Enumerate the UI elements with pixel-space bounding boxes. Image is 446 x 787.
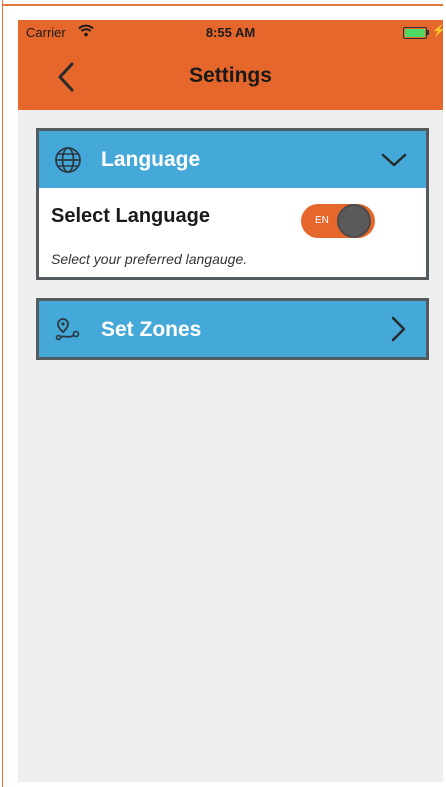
status-bar: Carrier 8:55 AM ⚡ — [18, 20, 443, 44]
language-section-label: Language — [101, 148, 201, 171]
select-language-description: Select your preferred langauge. — [51, 251, 248, 267]
page-title: Settings — [189, 64, 272, 87]
zones-section-header[interactable]: Set Zones — [39, 301, 426, 357]
window-border — [2, 0, 3, 787]
chevron-right-icon[interactable] — [384, 314, 414, 344]
map-pin-route-icon — [55, 318, 80, 341]
window-border-top — [3, 4, 443, 6]
status-time: 8:55 AM — [205, 25, 256, 40]
navigation-bar: Carrier 8:55 AM ⚡ Settings — [18, 20, 443, 110]
language-section-header[interactable]: Language — [39, 131, 426, 188]
zones-section-label: Set Zones — [101, 318, 202, 341]
chevron-down-icon[interactable] — [379, 145, 409, 175]
globe-icon — [55, 147, 81, 173]
battery-cap — [427, 30, 429, 35]
language-toggle-text: EN — [315, 215, 329, 226]
charging-bolt-icon: ⚡ — [432, 25, 443, 37]
zones-card[interactable]: Set Zones — [36, 298, 429, 360]
phone-screen: Carrier 8:55 AM ⚡ Settings Language Sele… — [18, 20, 443, 782]
battery-icon — [403, 27, 427, 39]
language-toggle[interactable]: EN — [301, 204, 375, 238]
select-language-title: Select Language — [51, 205, 210, 227]
toggle-knob[interactable] — [337, 204, 371, 238]
language-card: Language Select Language Select your pre… — [36, 128, 429, 280]
